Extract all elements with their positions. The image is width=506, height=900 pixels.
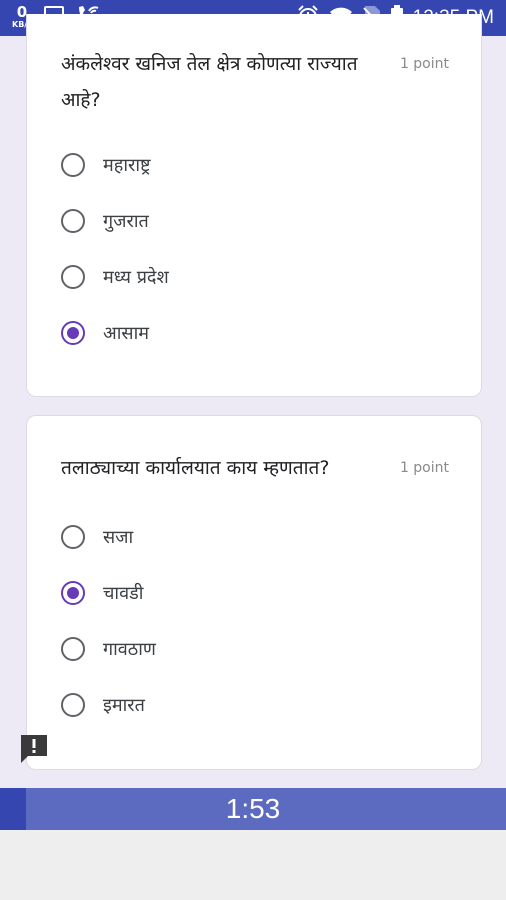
radio-button[interactable] — [61, 525, 85, 549]
option-radio[interactable]: मध्य प्रदेश — [61, 262, 169, 292]
points-label: 1 point — [399, 56, 449, 72]
option-label: चावडी — [103, 583, 144, 604]
radio-button[interactable] — [61, 209, 85, 233]
option-radio[interactable]: सजा — [61, 522, 133, 552]
option-label: गुजरात — [103, 211, 149, 232]
option-radio-selected[interactable]: आसाम — [61, 318, 149, 348]
option-label: मध्य प्रदेश — [103, 267, 169, 288]
question-card: अंकलेश्वर खनिज तेल क्षेत्र कोणत्या राज्य… — [26, 14, 482, 397]
option-radio-selected[interactable]: चावडी — [61, 578, 143, 608]
option-radio[interactable]: इमारत — [61, 690, 145, 720]
question-card: तलाठ्याच्या कार्यालयात काय म्हणतात? 1 po… — [26, 415, 482, 770]
option-label: गावठाण — [103, 639, 156, 660]
question-text: तलाठ्याच्या कार्यालयात काय म्हणतात? — [61, 457, 330, 479]
radio-button[interactable] — [61, 153, 85, 177]
timer-bar: 1:53 — [0, 788, 506, 830]
radio-button[interactable] — [61, 637, 85, 661]
bottom-area — [0, 830, 506, 900]
timer-text: 1:53 — [225, 793, 281, 824]
option-radio[interactable]: गावठाण — [61, 634, 156, 664]
radio-button[interactable] — [61, 693, 85, 717]
option-radio[interactable]: गुजरात — [61, 206, 149, 236]
question-text: अंकलेश्वर खनिज तेल क्षेत्र कोणत्या राज्य… — [61, 53, 358, 111]
feedback-icon[interactable] — [20, 734, 48, 764]
radio-button[interactable] — [61, 265, 85, 289]
option-label: महाराष्ट्र — [103, 155, 151, 176]
option-label: आसाम — [103, 323, 149, 344]
radio-button-selected[interactable] — [61, 581, 85, 605]
option-label: सजा — [103, 527, 134, 548]
option-label: इमारत — [103, 695, 145, 716]
points-label: 1 point — [399, 460, 449, 476]
option-radio[interactable]: महाराष्ट्र — [61, 150, 151, 180]
radio-button-selected[interactable] — [61, 321, 85, 345]
